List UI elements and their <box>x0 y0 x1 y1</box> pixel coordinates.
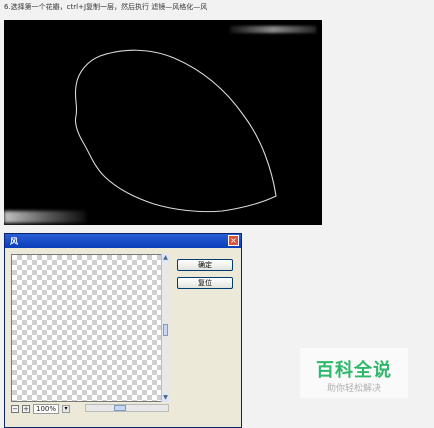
dialog-titlebar[interactable]: 风 × <box>5 234 241 248</box>
blurred-smear-top <box>230 26 316 33</box>
zoom-in-button[interactable]: + <box>22 404 30 413</box>
watermark-title: 百科全说 <box>316 360 392 381</box>
scroll-up-icon[interactable]: ▲ <box>162 254 169 262</box>
preview-horizontal-scrollbar[interactable] <box>85 404 169 412</box>
zoom-out-button[interactable]: − <box>11 404 19 413</box>
petal-outline <box>74 49 277 213</box>
horizontal-scroll-thumb[interactable] <box>114 405 126 411</box>
zoom-level[interactable]: 100% <box>33 403 60 414</box>
zoom-controls: − + 100% ▾ <box>11 403 71 414</box>
dialog-title: 风 <box>10 237 18 246</box>
wind-filter-dialog: 风 × ▲ ▼ − + 100% ▾ 确定 复位 <box>4 233 242 428</box>
image-canvas <box>4 20 322 225</box>
ok-button[interactable]: 确定 <box>177 259 233 271</box>
blurred-smear-bottom <box>4 211 86 223</box>
vertical-scroll-thumb[interactable] <box>163 324 168 336</box>
close-icon: × <box>230 236 237 245</box>
zoom-dropdown-icon[interactable]: ▾ <box>62 404 71 413</box>
watermark-subtitle: 助你轻松解决 <box>326 384 381 394</box>
watermark-logo: 百科全说 助你轻松解决 <box>300 348 408 398</box>
preview-vertical-scrollbar[interactable]: ▲ ▼ <box>161 254 169 402</box>
reset-button[interactable]: 复位 <box>177 277 233 289</box>
scroll-down-icon[interactable]: ▼ <box>162 394 169 402</box>
step-caption: 6.选择第一个花瓣，ctrl+J复制一层，然后执行 滤镜—风格化—风 <box>4 3 208 11</box>
preview-pane[interactable] <box>11 254 169 402</box>
close-button[interactable]: × <box>228 235 239 246</box>
